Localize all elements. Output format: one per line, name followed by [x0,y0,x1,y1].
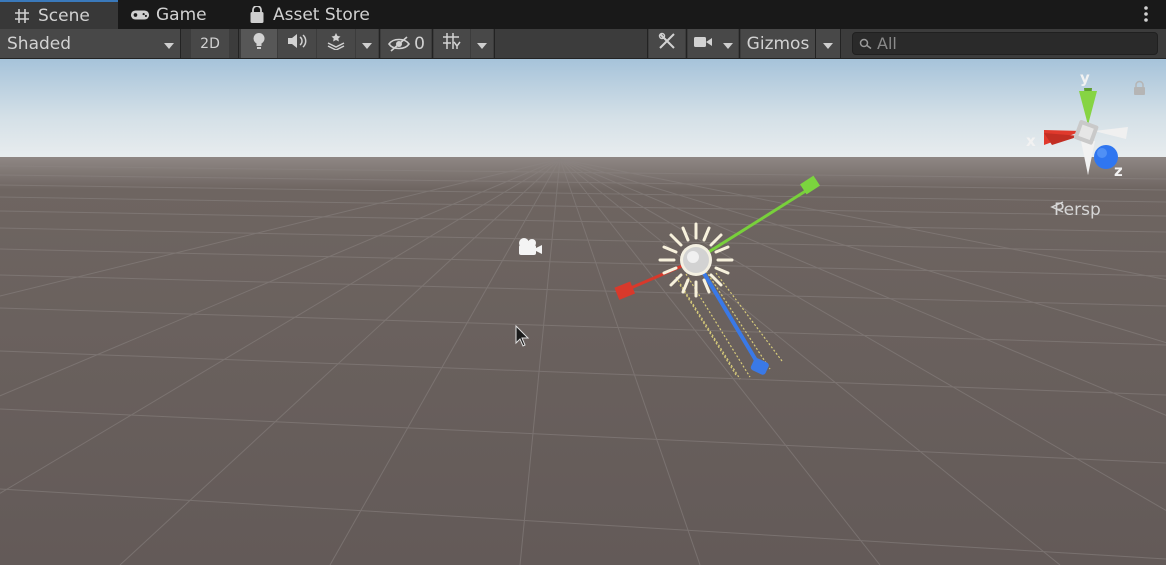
projection-toggle[interactable]: Persp [1050,200,1101,220]
tab-game-label: Game [156,4,207,25]
gizmos-label: Gizmos [746,33,810,54]
speaker-icon [287,33,307,54]
scene-view-window: Scene Game Asset Store Shaded 2D 0 Gizmo… [0,0,1166,565]
tab-bar: Scene Game Asset Store [0,0,1166,29]
scene-canvas [0,59,1166,565]
gizmos-dropdown-button[interactable] [816,29,840,58]
scene-toolbar: Shaded 2D 0 Gizmos All [0,29,1166,59]
draw-mode-dropdown[interactable]: Shaded [0,29,180,58]
shopping-bag-icon [247,5,267,25]
audio-toggle-button[interactable] [278,29,316,58]
toggle-2d-button[interactable]: 2D [191,29,229,58]
effects-layers-icon [326,32,346,55]
grid-hash-icon [12,6,32,26]
video-camera-icon [693,34,713,54]
camera-dropdown-button[interactable] [718,29,738,58]
draw-mode-label: Shaded [7,33,72,54]
search-input[interactable] [877,34,1147,53]
tools-toggle-button[interactable] [649,29,685,58]
chevron-down-icon [164,34,174,54]
sky [0,59,1166,165]
tab-scene[interactable]: Scene [0,0,118,29]
hidden-objects-toggle[interactable]: 0 [381,29,431,58]
z-axis-label: z [1114,162,1123,180]
tab-asset-store-label: Asset Store [273,4,370,25]
more-options-icon[interactable] [1136,3,1156,25]
ground-plane [0,157,1166,565]
tab-game[interactable]: Game [130,0,207,29]
gamepad-icon [130,5,150,25]
tab-scene-label: Scene [38,5,90,26]
search-icon [859,38,873,50]
y-axis-label: y [1080,69,1090,87]
directional-light-sun-icon [658,222,734,298]
camera-settings-button[interactable] [688,29,718,58]
grid-snapping-toggle[interactable] [434,29,470,58]
lighting-toggle-button[interactable] [241,29,277,58]
grid-snap-icon [442,32,462,55]
chevron-down-icon [477,34,487,54]
light-bulb-icon [252,32,266,55]
x-axis-label: x [1026,132,1036,150]
scene-viewport[interactable]: y x z Persp [0,59,1166,565]
effects-toggle-button[interactable] [317,29,355,58]
hierarchy-search-field[interactable] [852,32,1158,55]
gizmos-button[interactable]: Gizmos [741,29,815,58]
eye-slash-icon [387,35,411,52]
chevron-down-icon [823,34,833,54]
effects-dropdown-button[interactable] [356,29,378,58]
toggle-2d-label: 2D [200,35,220,52]
wrench-cross-icon [658,32,676,55]
chevron-down-icon [362,34,372,54]
grid-dropdown-button[interactable] [471,29,493,58]
tab-asset-store[interactable]: Asset Store [247,0,370,29]
hidden-count: 0 [414,33,425,54]
chevron-down-icon [723,34,733,54]
